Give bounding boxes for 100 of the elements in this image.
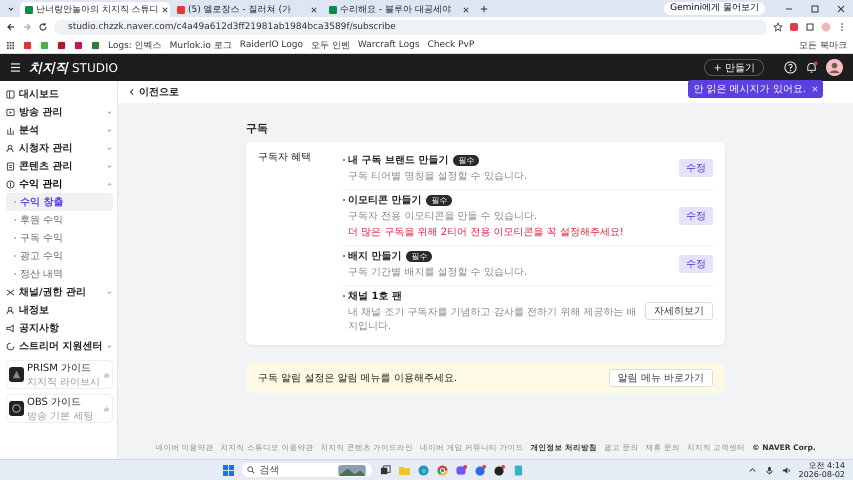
chevron-down-icon[interactable] (7, 4, 15, 12)
chat-app-icon[interactable] (456, 464, 468, 476)
sidebar-item[interactable]: 방송 관리 (6, 103, 113, 121)
sidebar-subitem[interactable]: 후원 수익 (6, 211, 113, 229)
star-icon[interactable] (773, 22, 783, 32)
bullet-icon (13, 272, 17, 276)
bookmark-link[interactable]: Warcraft Logs (358, 40, 420, 50)
notification-menu-button[interactable]: 알림 메뉴 바로가기 (608, 369, 713, 387)
apps-grid-icon[interactable] (6, 40, 15, 50)
edge-browser-icon[interactable] (418, 464, 430, 476)
message-tooltip[interactable]: 안 읽은 메시지가 있어요. (688, 80, 823, 98)
bell-icon[interactable] (805, 61, 818, 74)
logo-suffix: STUDIO (72, 60, 118, 74)
tooltip-text: 안 읽은 메시지가 있어요. (693, 83, 806, 96)
notice-text: 구독 알림 설정은 알림 메뉴를 이용해주세요. (258, 372, 458, 385)
sidebar-item[interactable]: 채널/권한 관리 (6, 283, 113, 301)
thumbs-up-icon[interactable] (103, 405, 110, 412)
windows-start-icon[interactable] (223, 464, 234, 476)
sidebar-item[interactable]: 수익 관리 (6, 175, 113, 193)
thumbs-up-icon[interactable] (103, 371, 110, 378)
sidebar-item[interactable]: 내정보 (6, 301, 113, 319)
sidebar-item[interactable]: 콘텐츠 관리 (6, 157, 113, 175)
browser-app-icon[interactable] (475, 464, 486, 476)
chevron-up-icon[interactable] (748, 466, 756, 474)
sidebar-subitem[interactable]: 구독 수익 (6, 229, 113, 247)
bullet-icon (342, 294, 346, 298)
browser-tab[interactable]: 난너랑안놀아의 치지직 스튜디 (20, 2, 170, 17)
benefit-description: 구독 티어별 명칭을 설정할 수 있습니다. (347, 170, 528, 183)
bookmark-link[interactable]: Logs: 인벡스 (108, 38, 162, 52)
bookmark-link[interactable]: Check PvP (428, 40, 474, 50)
close-icon[interactable] (463, 6, 469, 12)
bookmark-link[interactable]: Murlok.io 로그 (170, 38, 232, 52)
menu-icon[interactable] (10, 63, 21, 72)
bullet-icon (13, 218, 17, 222)
bullet-icon (342, 198, 346, 202)
chrome-browser-icon[interactable] (437, 464, 448, 476)
sidebar-item[interactable]: 스트리머 지원센터 (6, 337, 113, 355)
sidebar-item[interactable]: 대시보드 (6, 85, 113, 103)
bullet-icon (13, 236, 17, 240)
benefit-title: 배지 만들기 (348, 250, 402, 263)
sidebar-subitem[interactable]: 정산 내역 (6, 265, 113, 283)
close-icon[interactable] (311, 6, 317, 12)
bullet-icon (13, 254, 17, 258)
close-icon[interactable] (836, 4, 846, 14)
taskbar-clock[interactable]: 오전 4:14 2026-08-02 (798, 461, 845, 479)
gemini-button[interactable]: Gemini에게 물어보기 (664, 2, 765, 15)
close-icon[interactable] (162, 6, 168, 12)
menu-item-icon (6, 288, 15, 296)
menu-item-icon (6, 126, 15, 134)
taskbar-search-field[interactable]: 검색 (242, 463, 372, 477)
chevron-left-icon[interactable] (128, 88, 136, 96)
sidebar-subitem[interactable]: 광고 수익 (6, 247, 113, 265)
favicon-icon (329, 6, 337, 14)
back-arrow-icon[interactable] (6, 22, 16, 32)
status-badge: 필수 (406, 250, 432, 262)
sidebar-subitem[interactable]: 수익 창출 (6, 193, 113, 211)
logo[interactable]: 치지직 (29, 58, 68, 76)
details-button[interactable]: 자세히보기 (645, 302, 713, 320)
bullet-icon (342, 158, 346, 162)
game-app-icon[interactable] (494, 464, 506, 476)
address-bar[interactable]: studio.chzzk.naver.com/c4a49a612d3ff21981ab1984bca3589f/subscribe (54, 20, 767, 34)
page-title: 구독 (246, 121, 269, 136)
guide-card[interactable]: OBS 가이드 방송 기본 세팅 (6, 394, 113, 423)
task-view-icon[interactable] (380, 464, 392, 476)
bookmark-link[interactable]: 오두 인벤 (311, 38, 350, 52)
search-icon (247, 466, 256, 474)
browser-tab[interactable]: 수리해요 - 블루아 대공세야 (324, 2, 474, 17)
benefit-description: 구독자 전용 이모티콘을 만들 수 있습니다. (347, 210, 538, 223)
guide-title: PRISM 가이드 (27, 362, 92, 374)
create-button[interactable]: + 만들기 (704, 59, 764, 76)
help-icon[interactable] (784, 61, 797, 74)
all-bookmarks-link[interactable]: 모든 북마크 (799, 38, 847, 52)
guide-subtitle: 치지직 라이브시 (27, 376, 100, 388)
reload-icon[interactable] (38, 22, 48, 32)
sidebar-item[interactable]: 분석 (6, 121, 113, 139)
menu-item-icon (6, 306, 15, 314)
edit-button[interactable]: 수정 (679, 255, 713, 273)
edit-button[interactable]: 수정 (679, 207, 713, 225)
favicon-icon (25, 6, 33, 14)
status-badge: 필수 (426, 194, 452, 206)
avatar-icon[interactable] (826, 59, 843, 76)
microphone-icon[interactable] (764, 466, 774, 474)
browser-tab[interactable]: (5) 엘로장스 - 질러쳐 (가 (172, 2, 322, 17)
speaker-icon[interactable] (782, 466, 790, 474)
new-tab-icon[interactable] (480, 4, 488, 12)
bookmark-link[interactable]: RaiderIO Logo (240, 40, 303, 50)
status-badge: 필수 (453, 154, 480, 166)
bullet-icon (342, 254, 346, 258)
restore-icon[interactable] (810, 4, 820, 14)
guide-subtitle: 방송 기본 세팅 (27, 410, 94, 422)
warning-text: 더 많은 구독을 위해 2티어 전용 이모티콘을 꼭 설정해주세요! (347, 226, 625, 239)
sidebar-item[interactable]: 공지사항 (6, 319, 113, 337)
section-label: 구독자 혜택 (258, 151, 312, 165)
favicon-icon (177, 6, 185, 14)
edit-button[interactable]: 수정 (679, 159, 713, 177)
menu-item-icon (6, 90, 15, 98)
guide-card[interactable]: PRISM 가이드 치지직 라이브시 (6, 360, 113, 389)
menu-item-icon (6, 144, 15, 152)
back-link[interactable]: 이전으로 (139, 85, 179, 99)
sidebar-item[interactable]: 시청자 관리 (6, 139, 113, 157)
